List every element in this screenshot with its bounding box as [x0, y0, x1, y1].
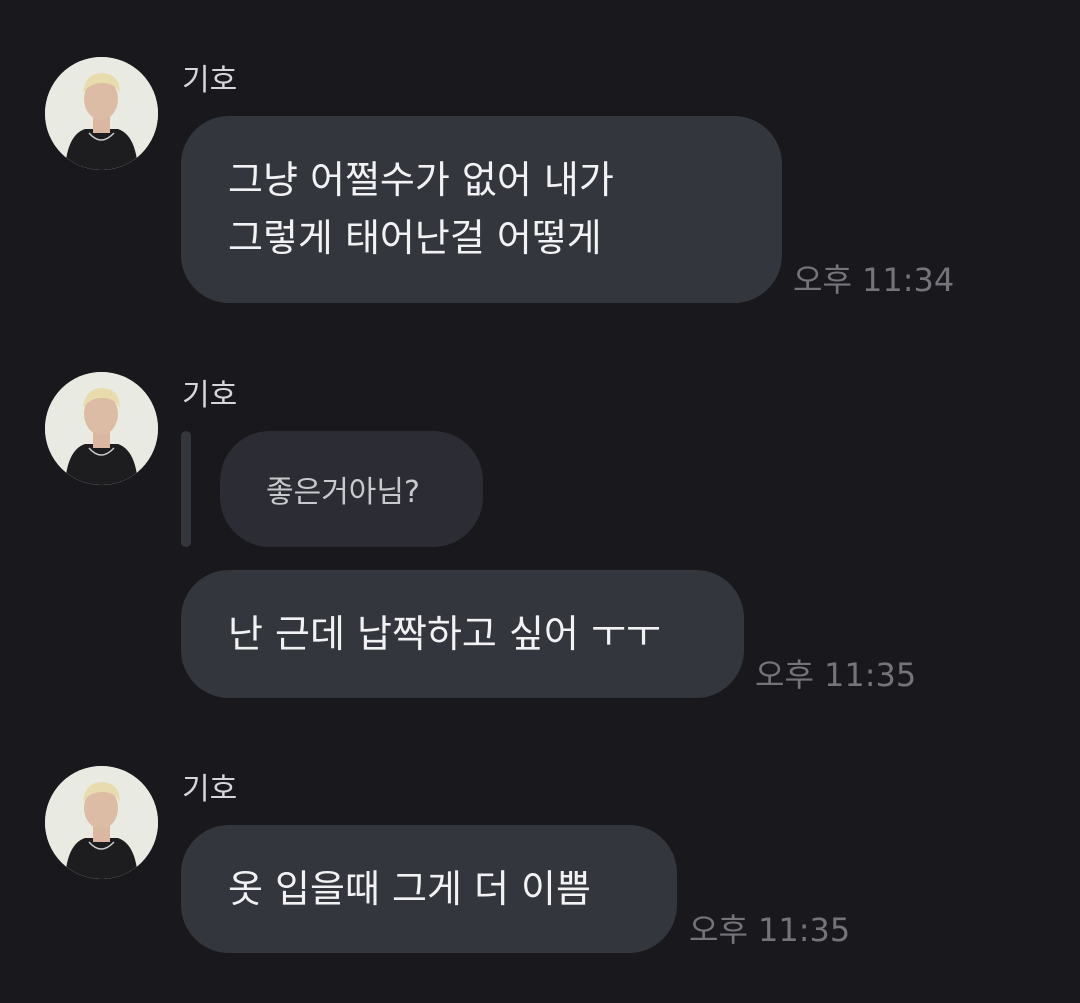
sender-name: 기호 — [182, 378, 238, 413]
message-bubble[interactable]: 그냥 어쩔수가 없어 내가 그렇게 태어난걸 어떻게 — [181, 116, 782, 303]
message-line: 그렇게 태어난걸 어떻게 — [228, 216, 602, 260]
avatar[interactable] — [45, 372, 158, 485]
profile-photo-icon — [45, 57, 158, 170]
message-timestamp: 오후 11:35 — [755, 656, 917, 694]
message-bubble[interactable]: 옷 입을때 그게 더 이쁨 — [181, 825, 677, 953]
message-line: 옷 입을때 그게 더 이쁨 — [228, 867, 591, 911]
message-bubble[interactable]: 난 근데 납짝하고 싶어 ㅜㅜ — [181, 570, 744, 698]
profile-photo-icon — [45, 372, 158, 485]
chat-thread: 기호 그냥 어쩔수가 없어 내가 그렇게 태어난걸 어떻게 오후 11:34 기… — [0, 0, 1080, 1003]
reply-quote-bar — [181, 431, 191, 547]
quoted-message-text: 좋은거아님? — [266, 475, 420, 510]
avatar[interactable] — [45, 57, 158, 170]
sender-name: 기호 — [182, 63, 238, 98]
message-timestamp: 오후 11:34 — [793, 261, 955, 299]
message-line: 난 근데 납짝하고 싶어 ㅜㅜ — [228, 612, 661, 656]
quoted-message[interactable]: 좋은거아님? — [220, 431, 483, 547]
avatar[interactable] — [45, 766, 158, 879]
sender-name: 기호 — [182, 772, 238, 807]
message-line: 그냥 어쩔수가 없어 내가 — [228, 158, 614, 202]
message-timestamp: 오후 11:35 — [689, 911, 851, 949]
profile-photo-icon — [45, 766, 158, 879]
